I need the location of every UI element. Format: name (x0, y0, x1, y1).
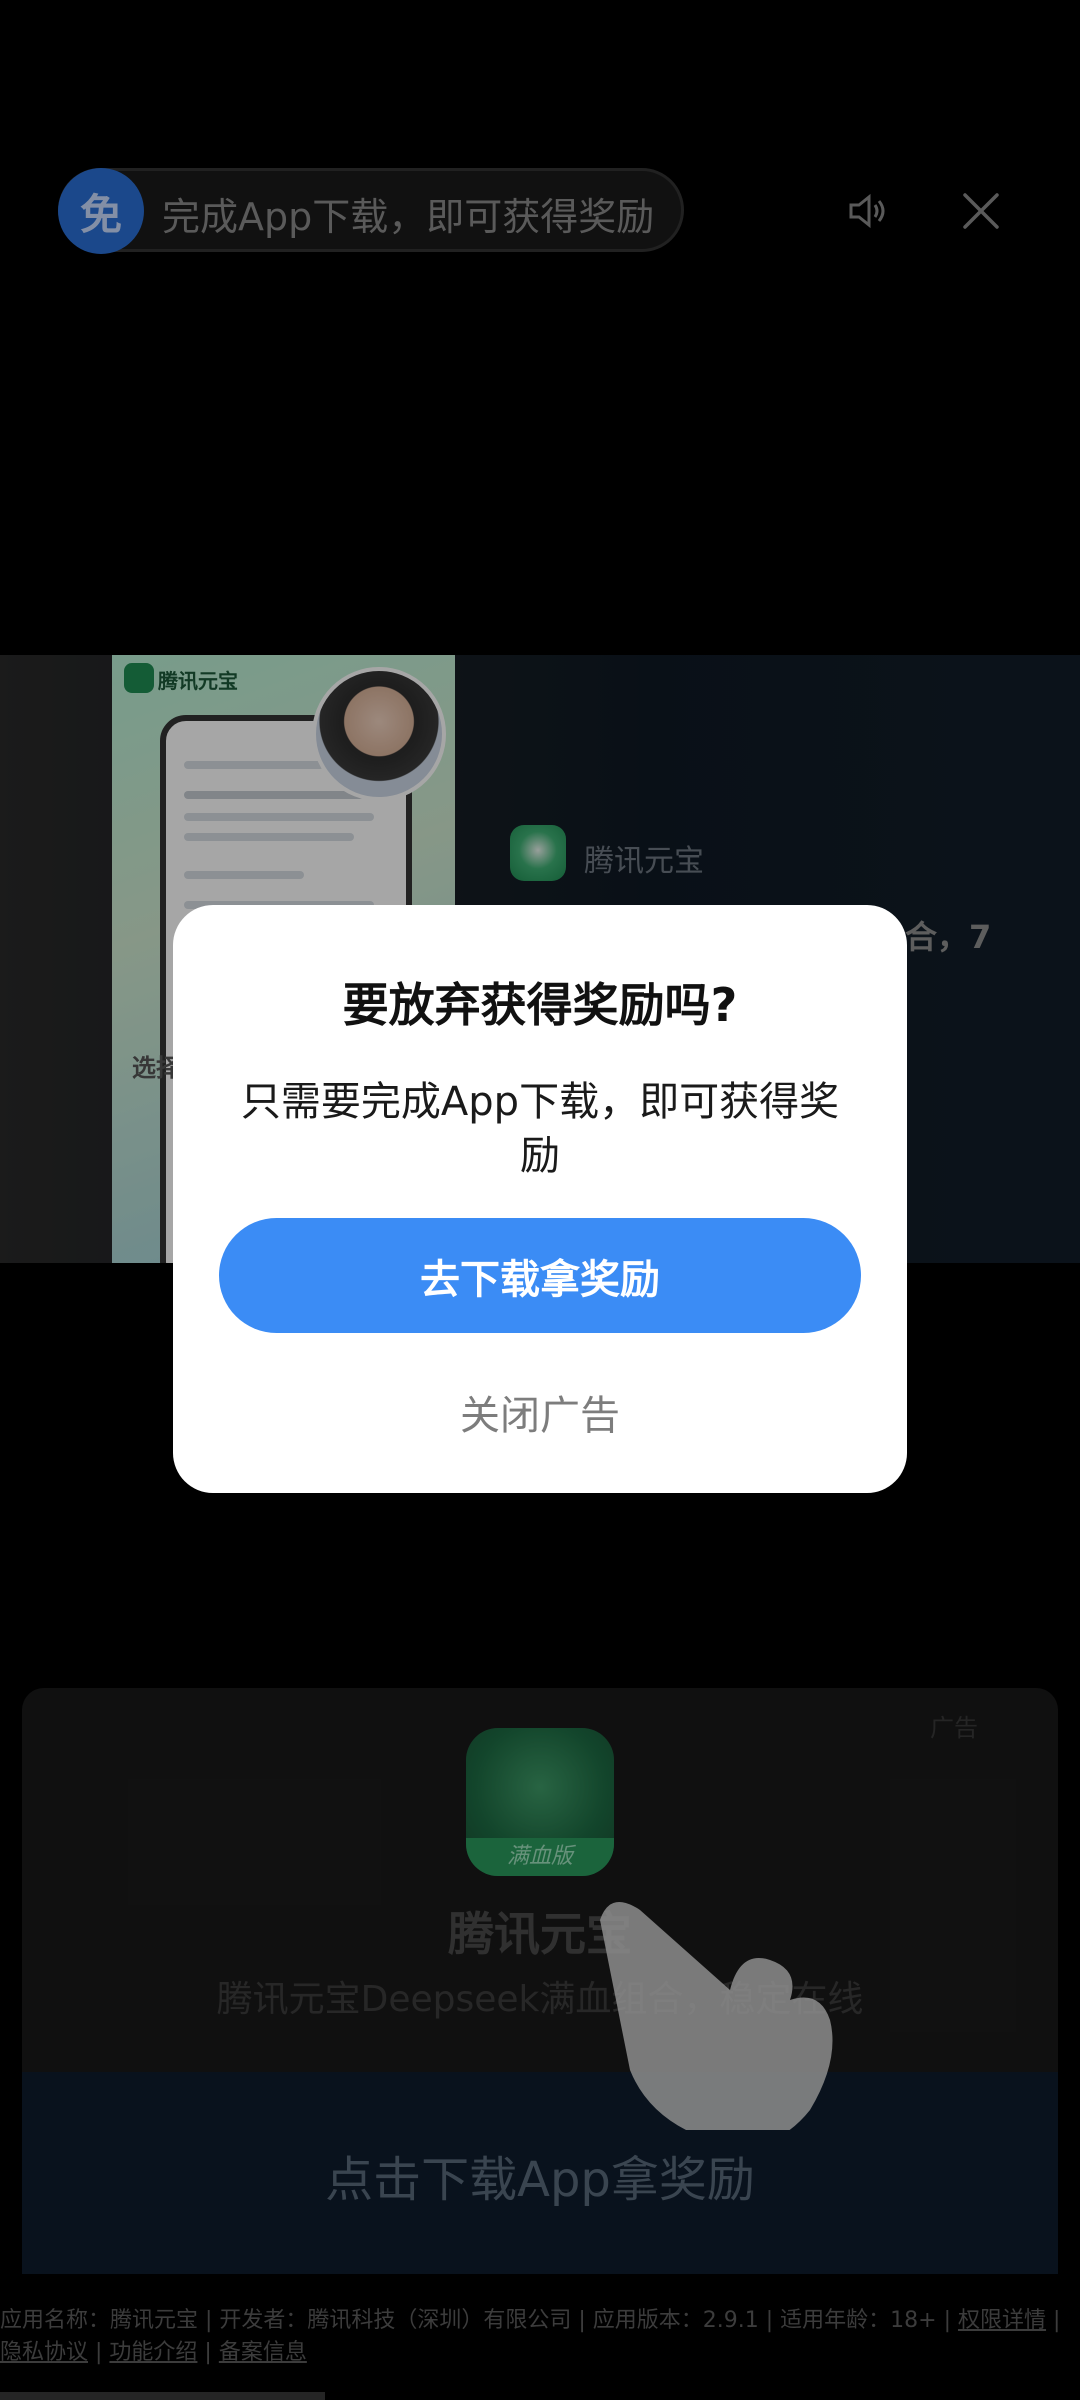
download-reward-button[interactable]: 去下载拿奖励 (219, 1218, 861, 1333)
abandon-reward-dialog: 要放弃获得奖励吗? 只需要完成App下载，即可获得奖励 去下载拿奖励 关闭广告 (173, 905, 907, 1493)
dialog-title: 要放弃获得奖励吗? (342, 978, 738, 1032)
close-ad-button[interactable]: 关闭广告 (173, 1383, 907, 1441)
dialog-message: 只需要完成App下载，即可获得奖励 (240, 1079, 840, 1179)
